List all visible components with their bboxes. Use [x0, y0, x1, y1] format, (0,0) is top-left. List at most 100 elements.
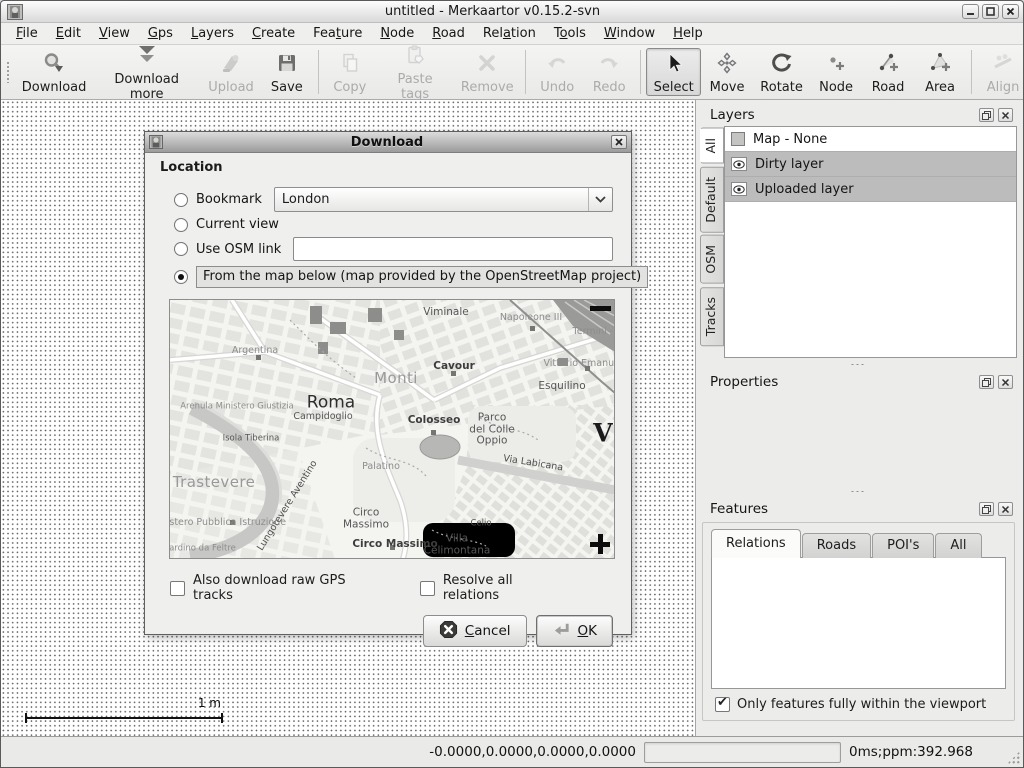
resize-grip-icon[interactable]: [1007, 751, 1020, 764]
properties-dock-body: [698, 393, 1017, 485]
osm-link-input[interactable]: [293, 237, 613, 261]
menu-tools[interactable]: Tools: [545, 24, 595, 43]
layers-tab-tracks[interactable]: Tracks: [700, 287, 724, 346]
layers-tab-osm[interactable]: OSM: [700, 235, 724, 284]
layers-close-button[interactable]: [998, 108, 1013, 122]
menu-edit[interactable]: Edit: [47, 24, 90, 43]
menu-file[interactable]: File: [7, 24, 47, 43]
cancel-button[interactable]: Cancel: [423, 615, 527, 647]
toolbar-separator: [525, 50, 526, 94]
layers-list: Map - NoneDirty layerUploaded layer: [724, 126, 1017, 358]
dialog-titlebar[interactable]: Download: [145, 132, 631, 153]
undo-button[interactable]: Undo: [531, 48, 583, 96]
radio-use-osm-link[interactable]: [174, 242, 188, 256]
menu-gps[interactable]: Gps: [139, 24, 182, 43]
features-list[interactable]: [711, 557, 1006, 689]
map-tiles: [170, 300, 615, 559]
download-button[interactable]: Download: [16, 48, 92, 96]
node-button[interactable]: Node: [810, 48, 862, 96]
layer-row-map-none[interactable]: Map - None: [725, 127, 1016, 152]
properties-float-button[interactable]: [979, 375, 994, 389]
chevron-down-icon: [588, 188, 612, 211]
layers-tab-default[interactable]: Default: [700, 167, 724, 233]
layer-checkbox[interactable]: [731, 132, 745, 146]
download-more-icon: [135, 43, 159, 71]
app-icon: [7, 4, 23, 20]
layers-tab-strip: All DefaultOSM Tracks: [700, 126, 724, 358]
features-tab-bar: RelationsRoadsPOI'sAll: [711, 531, 1006, 558]
toolbar: DownloadDownload moreUploadSaveCopyPaste…: [1, 45, 1023, 100]
menu-feature[interactable]: Feature: [304, 24, 371, 43]
paste-tags-icon: [403, 43, 427, 71]
dock-splitter[interactable]: [698, 485, 1017, 498]
paste-tags-button[interactable]: Paste tags: [376, 48, 455, 96]
area-button[interactable]: Area: [914, 48, 966, 96]
radio-current-view[interactable]: [174, 218, 188, 232]
ok-button[interactable]: OK: [536, 615, 614, 647]
location-group-label: Location: [160, 160, 613, 175]
menu-create[interactable]: Create: [243, 24, 304, 43]
map-zoom-out-icon[interactable]: [590, 306, 611, 311]
progress-box: [644, 742, 841, 763]
remove-button[interactable]: Remove: [454, 48, 520, 96]
dialog-map-preview[interactable]: ViminaleNapoleone IIITermini - LaArgenti…: [169, 299, 615, 559]
menu-view[interactable]: View: [90, 24, 139, 43]
features-tab-all[interactable]: All: [935, 533, 981, 558]
select-button[interactable]: Select: [646, 48, 701, 96]
menu-node[interactable]: Node: [371, 24, 423, 43]
rotate-button[interactable]: Rotate: [753, 48, 810, 96]
save-icon: [275, 51, 299, 79]
viewport-checkbox[interactable]: [715, 697, 730, 712]
menu-relation[interactable]: Relation: [474, 24, 545, 43]
radio-from-the-map-below-map-provided-by-the-openstreetmap-project[interactable]: [174, 270, 188, 284]
visibility-eye-icon[interactable]: [731, 157, 747, 171]
visibility-eye-icon[interactable]: [731, 182, 747, 196]
download-dialog: Download Location BookmarkLondonCurrent …: [144, 131, 632, 635]
align-button[interactable]: Align: [977, 48, 1024, 96]
option-row-from-the-map-below-map-provided-by-the-openstreetmap-project: From the map below (map provided by the …: [174, 266, 613, 288]
features-float-button[interactable]: [979, 502, 994, 516]
statusbar: -0.0000,0.0000,0.0000,0.0000 0ms;ppm:392…: [1, 736, 1023, 767]
road-button[interactable]: Road: [862, 48, 914, 96]
copy-button[interactable]: Copy: [324, 48, 376, 96]
save-button[interactable]: Save: [261, 48, 313, 96]
properties-close-button[interactable]: [998, 375, 1013, 389]
layer-row-uploaded-layer[interactable]: Uploaded layer: [725, 177, 1016, 202]
move-button[interactable]: Move: [701, 48, 753, 96]
ok-icon: [552, 620, 571, 643]
coordinates-readout: -0.0000,0.0000,0.0000,0.0000: [429, 744, 636, 760]
features-tab-relations[interactable]: Relations: [711, 529, 801, 558]
toolbar-drag-handle[interactable]: [6, 61, 11, 83]
maximize-button[interactable]: [982, 4, 999, 19]
checkbox-also-download-raw-gps-tracks[interactable]: [170, 581, 185, 596]
menu-layers[interactable]: Layers: [182, 24, 243, 43]
radio-bookmark[interactable]: [174, 193, 188, 207]
road-icon: [876, 51, 900, 79]
menu-help[interactable]: Help: [664, 24, 712, 43]
menu-road[interactable]: Road: [423, 24, 474, 43]
features-tab-poi-s[interactable]: POI's: [872, 533, 934, 558]
dock-panel: Layers AllDefaultOSMTracks Map - NoneDir…: [695, 100, 1023, 736]
features-tab-roads[interactable]: Roads: [802, 533, 871, 558]
layers-tab-all[interactable]: All: [700, 128, 724, 164]
features-dock-body: RelationsRoadsPOI'sAll Only features ful…: [702, 522, 1015, 721]
minimize-button[interactable]: [962, 4, 979, 19]
dock-splitter[interactable]: [698, 358, 1017, 371]
dialog-close-button[interactable]: [611, 135, 627, 149]
download-more-button[interactable]: Download more: [92, 48, 201, 96]
checkbox-resolve-all-relations[interactable]: [420, 581, 435, 596]
upload-icon: [219, 51, 243, 79]
features-close-button[interactable]: [998, 502, 1013, 516]
app-window: untitled - Merkaartor v0.15.2-svn FileEd…: [0, 0, 1024, 768]
menu-window[interactable]: Window: [595, 24, 664, 43]
layer-row-dirty-layer[interactable]: Dirty layer: [725, 152, 1016, 177]
redo-button[interactable]: Redo: [583, 48, 635, 96]
close-button[interactable]: [1002, 4, 1019, 19]
map-zoom-in-icon[interactable]: [590, 534, 610, 554]
upload-button[interactable]: Upload: [201, 48, 261, 96]
select-icon: [662, 51, 686, 79]
move-icon: [715, 51, 739, 79]
layers-float-button[interactable]: [979, 108, 994, 122]
bookmark-combobox[interactable]: London: [274, 187, 613, 212]
node-icon: [824, 51, 848, 79]
